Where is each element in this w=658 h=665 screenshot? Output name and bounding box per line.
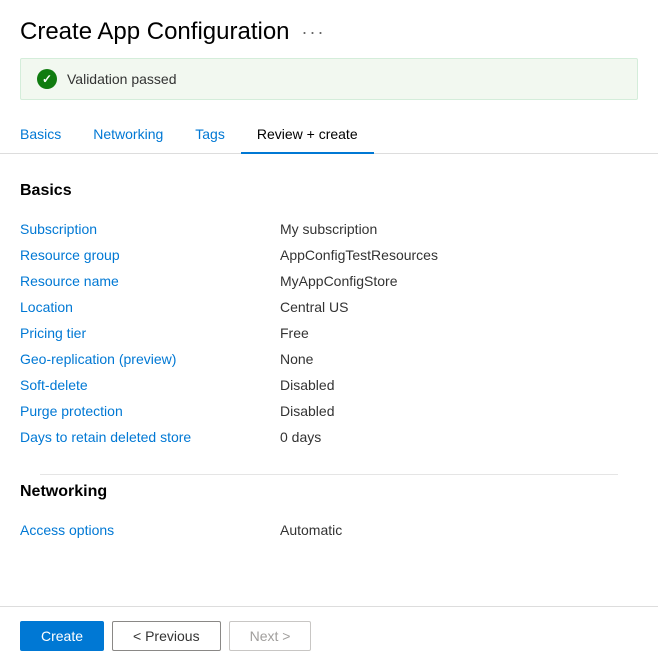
row-label: Subscription [20,216,280,242]
page-title: Create App Configuration [20,18,290,46]
validation-banner: Validation passed [20,58,638,100]
table-row: Days to retain deleted store0 days [20,424,638,450]
table-row: Resource groupAppConfigTestResources [20,242,638,268]
tab-networking[interactable]: Networking [77,116,179,154]
validation-check-icon [37,69,57,89]
footer-actions: Create < Previous Next > [0,606,658,665]
row-label: Pricing tier [20,320,280,346]
row-label: Soft-delete [20,372,280,398]
more-options-icon[interactable]: ··· [302,22,326,43]
row-label: Days to retain deleted store [20,424,280,450]
page-header: Create App Configuration ··· [0,0,658,58]
tab-tags[interactable]: Tags [179,116,241,154]
row-value: Disabled [280,372,638,398]
info-table-basics: SubscriptionMy subscriptionResource grou… [20,216,638,450]
row-value: MyAppConfigStore [280,268,638,294]
row-value: AppConfigTestResources [280,242,638,268]
row-label: Location [20,294,280,320]
table-row: LocationCentral US [20,294,638,320]
create-button[interactable]: Create [20,621,104,651]
table-row: Access optionsAutomatic [20,517,638,543]
row-value: Free [280,320,638,346]
row-value: Disabled [280,398,638,424]
info-table-networking: Access optionsAutomatic [20,517,638,543]
row-value: My subscription [280,216,638,242]
previous-button[interactable]: < Previous [112,621,221,651]
row-label: Geo-replication (preview) [20,346,280,372]
table-row: Geo-replication (preview)None [20,346,638,372]
table-row: Resource nameMyAppConfigStore [20,268,638,294]
row-label: Access options [20,517,280,543]
table-row: SubscriptionMy subscription [20,216,638,242]
tab-bar: BasicsNetworkingTagsReview + create [0,116,658,154]
tab-basics[interactable]: Basics [20,116,77,154]
row-label: Resource name [20,268,280,294]
row-value: None [280,346,638,372]
main-content: BasicsSubscriptionMy subscriptionResourc… [0,154,658,637]
row-label: Purge protection [20,398,280,424]
content-area: BasicsSubscriptionMy subscriptionResourc… [0,154,658,543]
next-button: Next > [229,621,312,651]
table-row: Pricing tierFree [20,320,638,346]
row-label: Resource group [20,242,280,268]
section-title-basics: Basics [20,182,638,200]
row-value: Central US [280,294,638,320]
tab-review-create[interactable]: Review + create [241,116,374,154]
validation-text: Validation passed [67,71,176,87]
table-row: Purge protectionDisabled [20,398,638,424]
row-value: 0 days [280,424,638,450]
section-divider [40,474,618,475]
section-title-networking: Networking [20,483,638,501]
row-value: Automatic [280,517,638,543]
table-row: Soft-deleteDisabled [20,372,638,398]
